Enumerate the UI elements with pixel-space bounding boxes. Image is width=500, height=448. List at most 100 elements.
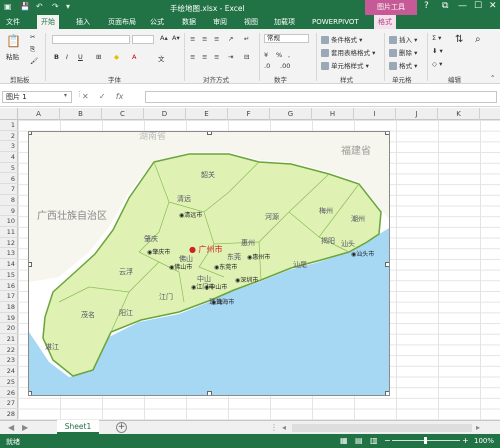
page-break-view-icon[interactable]: ▥: [370, 436, 378, 445]
row-header[interactable]: 22: [0, 345, 18, 356]
align-right-icon[interactable]: ≡: [214, 53, 219, 61]
row-header[interactable]: 14: [0, 259, 18, 270]
format-as-table-button[interactable]: 套用表格格式 ▾: [321, 47, 375, 57]
autosum-icon[interactable]: Σ ▾: [432, 34, 441, 42]
resize-handle[interactable]: [207, 391, 212, 395]
minimize-button[interactable]: —: [458, 1, 467, 11]
increase-decimal-icon[interactable]: .0: [264, 62, 270, 70]
name-box-dropdown-icon[interactable]: ▾: [64, 92, 67, 99]
row-header[interactable]: 10: [0, 216, 18, 227]
phonetic-icon[interactable]: 文: [158, 53, 165, 63]
row-header[interactable]: 4: [0, 152, 18, 163]
column-header[interactable]: K: [438, 108, 480, 120]
format-cells-button[interactable]: 格式 ▾: [389, 60, 417, 70]
hscroll-left-icon[interactable]: ◂: [282, 423, 286, 432]
column-header[interactable]: E: [186, 108, 228, 120]
row-header[interactable]: 27: [0, 398, 18, 409]
city-marker[interactable]: ◉中山市: [204, 282, 227, 291]
column-header[interactable]: A: [18, 108, 60, 120]
number-format-dropdown[interactable]: 常规: [264, 34, 309, 43]
top-align-icon[interactable]: ≡: [190, 35, 195, 43]
comma-icon[interactable]: ,: [288, 51, 290, 59]
row-header[interactable]: 9: [0, 206, 18, 217]
zoom-out-icon[interactable]: −: [384, 436, 391, 445]
row-header[interactable]: 21: [0, 334, 18, 345]
ribbon-display-button[interactable]: ⧉: [442, 1, 448, 11]
delete-cells-button[interactable]: 删除 ▾: [389, 47, 417, 57]
column-header[interactable]: H: [312, 108, 354, 120]
save-icon[interactable]: 💾: [20, 2, 30, 11]
page-layout-view-icon[interactable]: ▤: [355, 436, 363, 445]
row-header[interactable]: 6: [0, 174, 18, 185]
column-header[interactable]: F: [228, 108, 270, 120]
select-all-corner[interactable]: [0, 108, 18, 120]
tab-format[interactable]: 格式: [374, 15, 396, 29]
tab-home[interactable]: 开始: [37, 15, 59, 29]
indent-icon[interactable]: ⇥: [228, 53, 233, 61]
resize-handle[interactable]: [29, 132, 32, 135]
row-header[interactable]: 5: [0, 163, 18, 174]
fill-color-icon[interactable]: ◆: [114, 53, 119, 61]
decrease-decimal-icon[interactable]: .00: [280, 62, 290, 70]
add-sheet-icon[interactable]: +: [116, 422, 127, 433]
column-header[interactable]: B: [60, 108, 102, 120]
normal-view-icon[interactable]: ▦: [340, 436, 348, 445]
zoom-slider-knob[interactable]: [424, 437, 427, 444]
italic-button[interactable]: I: [66, 53, 68, 61]
close-button[interactable]: ✕: [489, 1, 497, 11]
row-header[interactable]: 8: [0, 195, 18, 206]
resize-handle[interactable]: [385, 132, 389, 135]
row-header[interactable]: 12: [0, 238, 18, 249]
font-name-dropdown[interactable]: [52, 35, 130, 44]
column-header[interactable]: G: [270, 108, 312, 120]
row-header[interactable]: 19: [0, 313, 18, 324]
middle-align-icon[interactable]: ≡: [202, 35, 207, 43]
column-header[interactable]: C: [102, 108, 144, 120]
row-header[interactable]: 1: [0, 120, 18, 131]
grow-font-icon[interactable]: A▴: [160, 34, 168, 42]
sheet-tab-active[interactable]: Sheet1: [57, 420, 99, 434]
bottom-align-icon[interactable]: ≡: [214, 35, 219, 43]
row-header[interactable]: 28: [0, 409, 18, 420]
row-header[interactable]: 20: [0, 323, 18, 334]
formula-input[interactable]: [145, 91, 497, 103]
tab-file[interactable]: 文件: [2, 15, 24, 29]
paste-icon[interactable]: 📋: [6, 34, 21, 48]
tab-page-layout[interactable]: 页面布局: [104, 15, 140, 29]
column-header[interactable]: I: [354, 108, 396, 120]
cell-styles-button[interactable]: 单元格样式 ▾: [321, 60, 369, 70]
row-header[interactable]: 24: [0, 366, 18, 377]
resize-handle[interactable]: [385, 262, 389, 267]
underline-button[interactable]: U: [78, 53, 83, 61]
city-marker[interactable]: ◉清远市: [179, 210, 202, 219]
row-header[interactable]: 7: [0, 184, 18, 195]
city-marker[interactable]: ◉东莞市: [214, 262, 237, 271]
shrink-font-icon[interactable]: A▾: [172, 34, 180, 42]
sort-filter-icon[interactable]: ⇅: [455, 34, 463, 45]
format-painter-icon[interactable]: 🖌: [30, 57, 38, 65]
cut-icon[interactable]: ✂: [30, 33, 35, 41]
undo-icon[interactable]: ↶: [36, 2, 43, 11]
font-size-dropdown[interactable]: [132, 35, 154, 44]
column-header[interactable]: J: [396, 108, 438, 120]
maximize-button[interactable]: ☐: [474, 1, 482, 11]
collapse-ribbon-icon[interactable]: ⌃: [490, 74, 495, 82]
copy-icon[interactable]: ⎘: [30, 45, 35, 54]
tab-view[interactable]: 视图: [240, 15, 262, 29]
column-header[interactable]: D: [144, 108, 186, 120]
find-select-icon[interactable]: ⌕: [475, 34, 481, 45]
row-header[interactable]: 25: [0, 377, 18, 388]
redo-icon[interactable]: ↷: [52, 2, 59, 11]
city-marker[interactable]: ◉惠州市: [247, 252, 270, 261]
row-header[interactable]: 3: [0, 141, 18, 153]
resize-handle[interactable]: [29, 391, 32, 395]
city-marker[interactable]: ◉肇庆市: [147, 247, 170, 256]
row-header[interactable]: 2: [0, 131, 18, 142]
tab-formulas[interactable]: 公式: [146, 15, 168, 29]
resize-handle[interactable]: [207, 132, 212, 135]
center-icon[interactable]: ≡: [202, 53, 207, 61]
hscroll-right-icon[interactable]: ▸: [476, 423, 480, 432]
city-marker[interactable]: ◉汕头市: [351, 249, 374, 258]
align-left-icon[interactable]: ≡: [190, 53, 195, 61]
insert-function-button[interactable]: fx: [116, 92, 124, 101]
